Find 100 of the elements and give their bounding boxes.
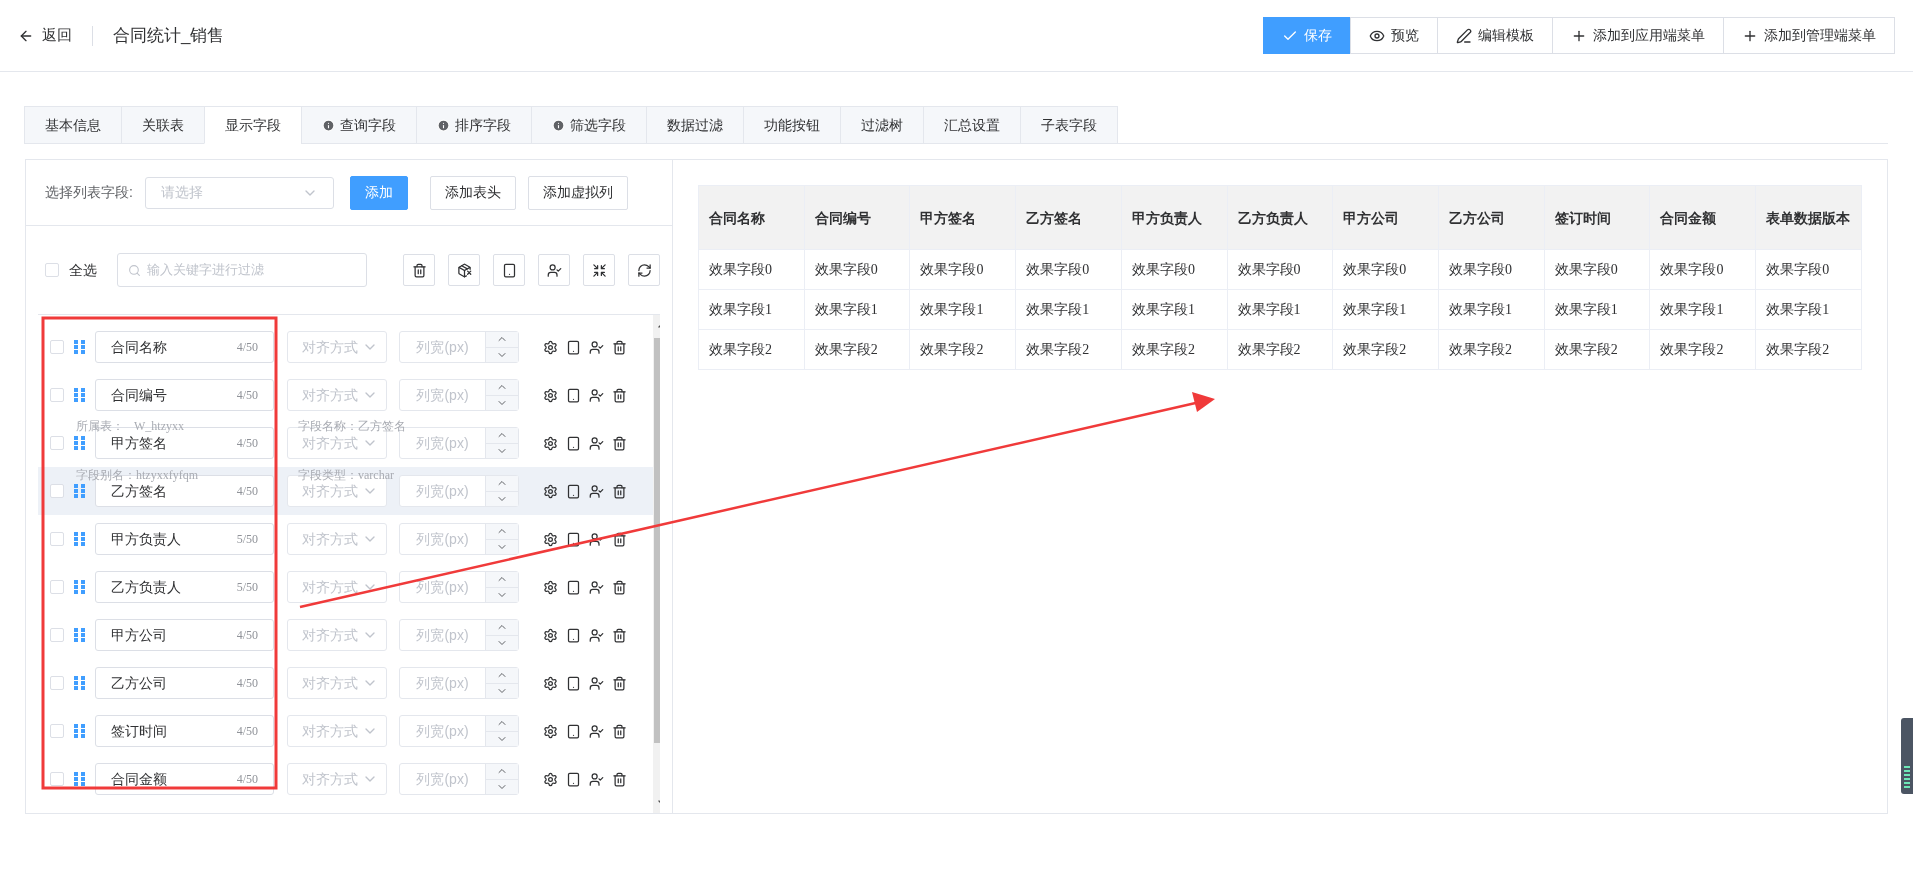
checkbox[interactable] bbox=[45, 263, 59, 277]
tablet-icon[interactable] bbox=[566, 387, 581, 403]
tablet-icon[interactable] bbox=[566, 339, 581, 355]
user-check-icon[interactable] bbox=[589, 531, 604, 547]
drag-handle-icon[interactable] bbox=[74, 772, 85, 786]
settings-icon[interactable] bbox=[543, 339, 558, 355]
checkbox[interactable] bbox=[50, 340, 64, 354]
level-meter-widget[interactable] bbox=[1901, 718, 1913, 794]
delete-icon[interactable] bbox=[612, 627, 627, 643]
settings-icon[interactable] bbox=[543, 483, 558, 499]
field-name-input[interactable]: 合同编号 4/50 bbox=[95, 379, 274, 411]
toolbar-button[interactable]: 预览 bbox=[1350, 17, 1438, 54]
table-cell: 效果字段2 bbox=[1649, 329, 1756, 370]
checkbox[interactable] bbox=[50, 532, 64, 546]
delete-icon[interactable] bbox=[612, 387, 627, 403]
field-name-input[interactable]: 甲方公司 4/50 bbox=[95, 619, 274, 651]
tab[interactable]: 关联表 bbox=[121, 106, 205, 144]
settings-icon[interactable] bbox=[543, 435, 558, 451]
toolbar-icon-button[interactable] bbox=[493, 254, 525, 286]
drag-handle-icon[interactable] bbox=[74, 724, 85, 738]
column-header: 表单数据版本 bbox=[1755, 185, 1862, 250]
field-name-input[interactable]: 乙方负责人 5/50 bbox=[95, 571, 274, 603]
tablet-icon[interactable] bbox=[566, 483, 581, 499]
tablet-icon[interactable] bbox=[566, 675, 581, 691]
table-cell: 效果字段2 bbox=[1332, 329, 1439, 370]
drag-handle-icon[interactable] bbox=[74, 436, 85, 450]
tab[interactable]: 查询字段 bbox=[301, 106, 417, 144]
user-check-icon[interactable] bbox=[589, 435, 604, 451]
toolbar-icon-button[interactable] bbox=[583, 254, 615, 286]
toolbar-button[interactable]: 编辑模板 bbox=[1437, 17, 1553, 54]
tablet-icon[interactable] bbox=[566, 435, 581, 451]
toolbar-button[interactable]: 添加到应用端菜单 bbox=[1552, 17, 1724, 54]
back-button[interactable]: 返回 bbox=[18, 24, 72, 47]
delete-icon[interactable] bbox=[612, 723, 627, 739]
add-button[interactable]: 添加表头 bbox=[429, 175, 516, 210]
delete-icon[interactable] bbox=[612, 435, 627, 451]
delete-icon[interactable] bbox=[612, 339, 627, 355]
tab[interactable]: 数据过滤 bbox=[646, 106, 744, 144]
settings-icon[interactable] bbox=[543, 579, 558, 595]
user-check-icon[interactable] bbox=[589, 723, 604, 739]
drag-handle-icon[interactable] bbox=[74, 484, 85, 498]
checkbox[interactable] bbox=[50, 676, 64, 690]
user-check-icon[interactable] bbox=[589, 339, 604, 355]
settings-icon[interactable] bbox=[543, 531, 558, 547]
select-all-label[interactable]: 全选 bbox=[69, 259, 97, 281]
tab[interactable]: 基本信息 bbox=[24, 106, 122, 144]
settings-icon[interactable] bbox=[543, 771, 558, 787]
settings-icon[interactable] bbox=[543, 627, 558, 643]
user-check-icon[interactable] bbox=[589, 579, 604, 595]
toolbar-icon-button[interactable] bbox=[403, 254, 435, 286]
delete-icon[interactable] bbox=[612, 771, 627, 787]
field-name-input[interactable]: 合同名称 4/50 bbox=[95, 331, 274, 363]
tablet-icon[interactable] bbox=[566, 771, 581, 787]
checkbox[interactable] bbox=[50, 580, 64, 594]
drag-handle-icon[interactable] bbox=[74, 580, 85, 594]
tablet-icon bbox=[501, 262, 517, 278]
drag-handle-icon[interactable] bbox=[74, 532, 85, 546]
user-check-icon bbox=[546, 262, 562, 278]
delete-icon[interactable] bbox=[612, 579, 627, 595]
checkbox[interactable] bbox=[50, 772, 64, 786]
checkbox[interactable] bbox=[50, 484, 64, 498]
table-cell: 效果字段2 bbox=[1438, 329, 1545, 370]
drag-handle-icon[interactable] bbox=[74, 340, 85, 354]
toolbar-button[interactable]: 添加到管理端菜单 bbox=[1723, 17, 1895, 54]
tab[interactable]: 筛选字段 bbox=[531, 106, 647, 144]
tab[interactable]: 过滤树 bbox=[840, 106, 924, 144]
settings-icon[interactable] bbox=[543, 675, 558, 691]
field-name-input[interactable]: 甲方负责人 5/50 bbox=[95, 523, 274, 555]
settings-icon[interactable] bbox=[543, 723, 558, 739]
delete-icon[interactable] bbox=[612, 675, 627, 691]
user-check-icon[interactable] bbox=[589, 483, 604, 499]
add-button[interactable]: 添加虚拟列 bbox=[527, 175, 628, 210]
tab[interactable]: 排序字段 bbox=[416, 106, 532, 144]
checkbox[interactable] bbox=[50, 388, 64, 402]
tab[interactable]: 子表字段 bbox=[1020, 106, 1118, 144]
tablet-icon[interactable] bbox=[566, 723, 581, 739]
checkbox[interactable] bbox=[50, 724, 64, 738]
toolbar-icon-button[interactable] bbox=[448, 254, 480, 286]
tablet-icon[interactable] bbox=[566, 627, 581, 643]
user-check-icon[interactable] bbox=[589, 387, 604, 403]
toolbar-icon-button[interactable] bbox=[628, 254, 660, 286]
tab[interactable]: 显示字段 bbox=[204, 106, 302, 144]
user-check-icon[interactable] bbox=[589, 675, 604, 691]
user-check-icon[interactable] bbox=[589, 771, 604, 787]
field-name-input[interactable]: 乙方公司 4/50 bbox=[95, 667, 274, 699]
toolbar-icon-button[interactable] bbox=[538, 254, 570, 286]
checkbox[interactable] bbox=[50, 628, 64, 642]
checkbox[interactable] bbox=[50, 436, 64, 450]
tablet-icon[interactable] bbox=[566, 531, 581, 547]
user-check-icon[interactable] bbox=[589, 627, 604, 643]
drag-handle-icon[interactable] bbox=[74, 628, 85, 642]
tablet-icon[interactable] bbox=[566, 579, 581, 595]
tab[interactable]: 功能按钮 bbox=[743, 106, 841, 144]
tab[interactable]: 汇总设置 bbox=[923, 106, 1021, 144]
settings-icon[interactable] bbox=[543, 387, 558, 403]
field-name-input[interactable]: 签订时间 4/50 bbox=[95, 715, 274, 747]
delete-icon[interactable] bbox=[612, 483, 627, 499]
drag-handle-icon[interactable] bbox=[74, 388, 85, 402]
drag-handle-icon[interactable] bbox=[74, 676, 85, 690]
pen-icon bbox=[1456, 27, 1472, 44]
